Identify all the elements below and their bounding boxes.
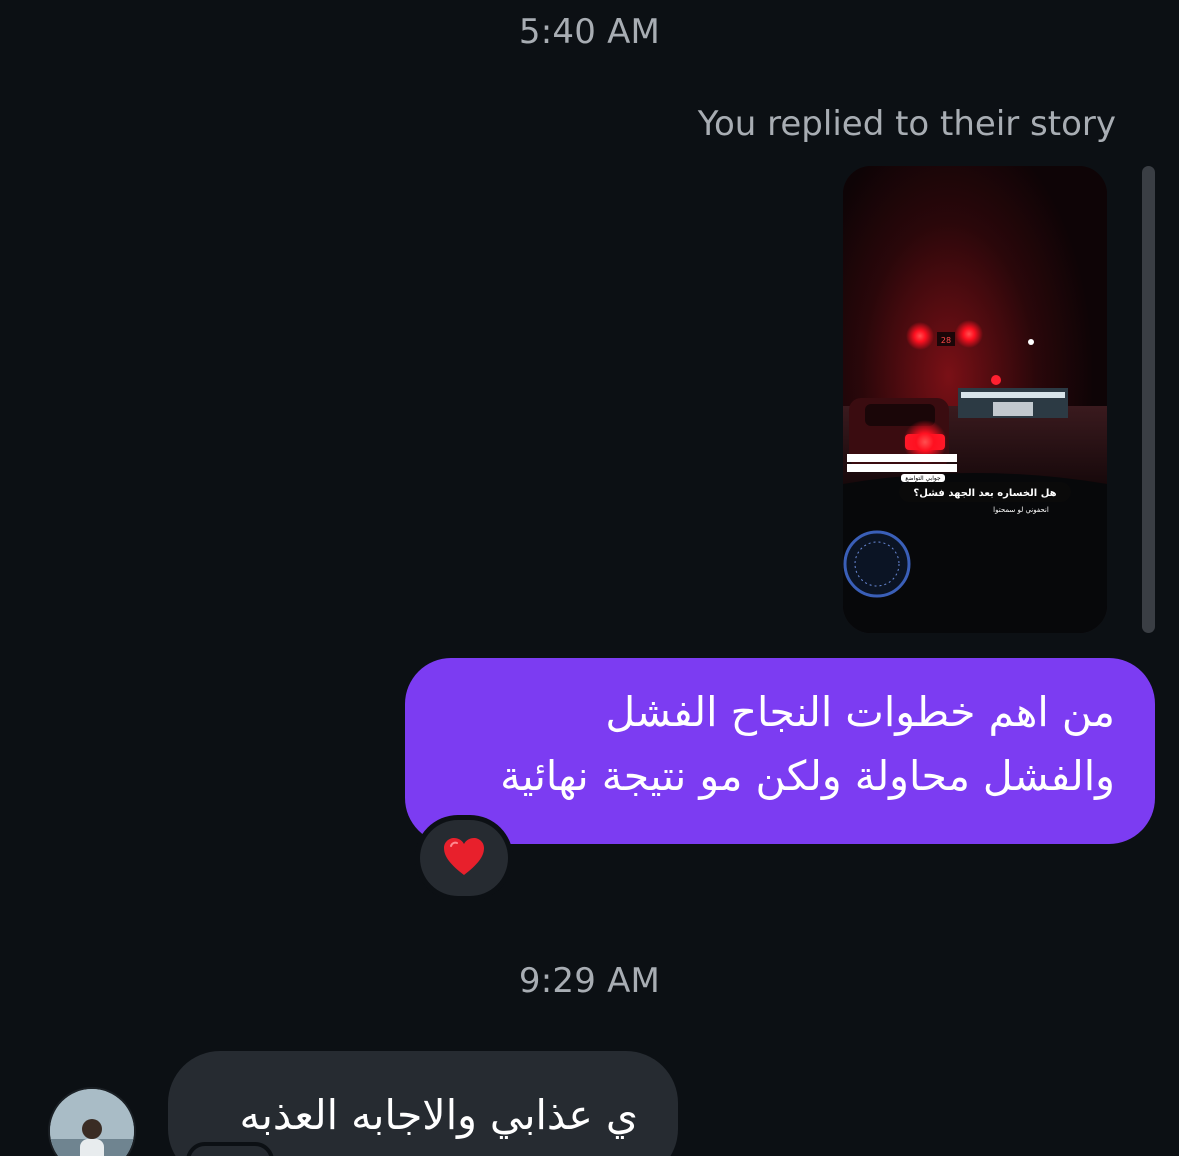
outgoing-message-line-2: والفشل محاولة ولكن مو نتيجة نهائية xyxy=(500,752,1115,800)
story-reply-indicator-bar xyxy=(1142,166,1155,633)
story-caption: انحفوني لو سمحتوا xyxy=(993,506,1049,514)
story-image: 28 جوابي التواضع هل الخساره بعد الجهد فش… xyxy=(843,166,1107,633)
story-preview-thumbnail[interactable]: 28 جوابي التواضع هل الخساره بعد الجهد فش… xyxy=(843,166,1107,633)
signal-countdown: 28 xyxy=(941,336,951,345)
story-reply-note: You replied to their story xyxy=(697,104,1116,144)
heart-icon xyxy=(444,838,484,875)
outgoing-message-bubble[interactable]: من اهم خطوات النجاح الفشل والفشل محاولة … xyxy=(405,658,1155,844)
incoming-message-bubble[interactable]: ي عذابي والاجابه العذبه xyxy=(168,1051,678,1156)
timestamp: 9:29 AM xyxy=(518,961,661,1001)
story-question: هل الخساره بعد الجهد فشل؟ xyxy=(913,488,1056,499)
outgoing-message-line-1: من اهم خطوات النجاح الفشل xyxy=(605,688,1115,736)
story-sticker: جوابي التواضع xyxy=(905,475,941,482)
message-reaction[interactable] xyxy=(420,820,508,896)
timestamp: 5:40 AM xyxy=(518,12,661,52)
profile-photo xyxy=(50,1089,134,1156)
avatar[interactable] xyxy=(48,1087,136,1156)
dm-thread-screen: 5:40 AM You replied to their story 28 جو… xyxy=(0,0,1179,1156)
incoming-reaction-partial xyxy=(186,1142,274,1156)
